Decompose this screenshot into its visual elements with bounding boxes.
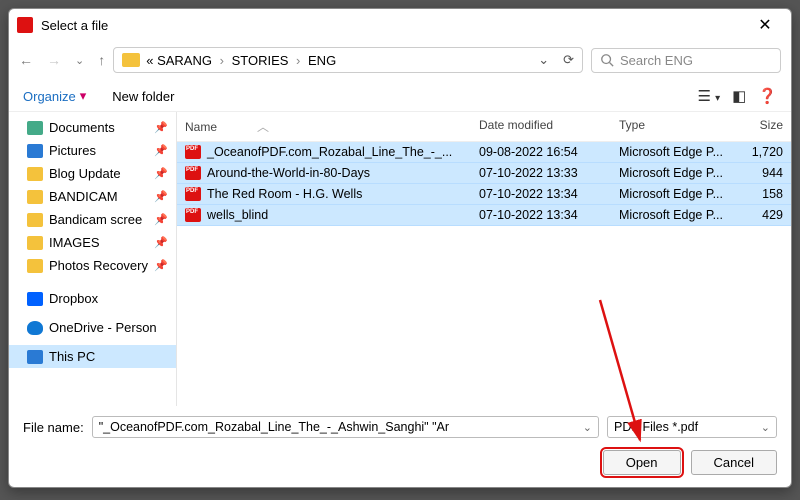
sidebar-item-dropbox[interactable]: Dropbox xyxy=(9,287,176,310)
pin-icon: 📌 xyxy=(154,167,168,180)
sidebar: Documents📌 Pictures📌 Blog Update📌 BANDIC… xyxy=(9,112,177,406)
sidebar-item[interactable]: Documents📌 xyxy=(9,116,176,139)
titlebar: Select a file ✕ xyxy=(9,9,791,41)
table-row[interactable]: Around-the-World-in-80-Days 07-10-2022 1… xyxy=(177,163,791,184)
pdf-icon xyxy=(185,166,201,180)
breadcrumb[interactable]: « SARANG › STORIES › ENG ⌄ ⟳ xyxy=(113,47,583,73)
back-icon[interactable]: ← xyxy=(19,52,33,68)
pdf-icon xyxy=(185,187,201,201)
file-open-dialog: Select a file ✕ ← → ⌄ ↑ « SARANG › STORI… xyxy=(8,8,792,488)
pin-icon: 📌 xyxy=(154,144,168,157)
search-input[interactable]: Search ENG xyxy=(591,48,781,73)
sidebar-item[interactable]: IMAGES📌 xyxy=(9,231,176,254)
table-row[interactable]: _OceanofPDF.com_Rozabal_Line_The_-_... 0… xyxy=(177,142,791,163)
toolbar: Organize ▾ New folder ☰ ▾ ◧ ❓ xyxy=(9,81,791,112)
close-icon[interactable]: ✕ xyxy=(747,15,783,35)
chevron-right-icon: › xyxy=(296,53,300,68)
organize-button[interactable]: Organize ▾ xyxy=(23,88,86,104)
breadcrumb-seg[interactable]: SARANG xyxy=(157,53,212,68)
view-list-icon[interactable]: ☰ ▾ xyxy=(697,87,720,105)
search-icon xyxy=(600,53,614,67)
navigation-row: ← → ⌄ ↑ « SARANG › STORIES › ENG ⌄ ⟳ Sea… xyxy=(9,41,791,81)
chevron-down-icon: ▾ xyxy=(80,88,87,104)
preview-pane-icon[interactable]: ◧ xyxy=(732,87,746,105)
breadcrumb-prefix: « xyxy=(146,53,153,68)
filename-input[interactable]: "_OceanofPDF.com_Rozabal_Line_The_-_Ashw… xyxy=(92,416,599,438)
pin-icon: 📌 xyxy=(154,213,168,226)
chevron-down-icon[interactable]: ⌄ xyxy=(761,421,770,434)
pin-icon: 📌 xyxy=(154,259,168,272)
sidebar-item[interactable]: Pictures📌 xyxy=(9,139,176,162)
chevron-right-icon: › xyxy=(220,53,224,68)
pin-icon: 📌 xyxy=(154,190,168,203)
search-placeholder: Search ENG xyxy=(620,53,693,68)
pin-icon: 📌 xyxy=(154,236,168,249)
breadcrumb-seg[interactable]: ENG xyxy=(308,53,336,68)
window-title: Select a file xyxy=(41,18,747,33)
sidebar-item-thispc[interactable]: This PC xyxy=(9,345,176,368)
pdf-icon xyxy=(185,208,201,222)
up-icon[interactable]: ↑ xyxy=(98,52,105,68)
chevron-down-icon[interactable]: ⌄ xyxy=(583,421,592,434)
cancel-button[interactable]: Cancel xyxy=(691,450,777,475)
sidebar-item[interactable]: Bandicam scree📌 xyxy=(9,208,176,231)
recent-locations-icon[interactable]: ⌄ xyxy=(75,54,84,67)
sidebar-item-onedrive[interactable]: OneDrive - Person xyxy=(9,316,176,339)
pdf-icon xyxy=(185,145,201,159)
refresh-icon[interactable]: ⟳ xyxy=(563,52,574,68)
forward-icon[interactable]: → xyxy=(47,52,61,68)
filename-label: File name: xyxy=(23,420,84,435)
new-folder-button[interactable]: New folder xyxy=(112,89,174,104)
sidebar-item[interactable]: Photos Recovery📌 xyxy=(9,254,176,277)
table-row[interactable]: wells_blind 07-10-2022 13:34Microsoft Ed… xyxy=(177,205,791,226)
folder-icon xyxy=(122,53,140,67)
app-icon xyxy=(17,17,33,33)
chevron-down-icon[interactable]: ⌄ xyxy=(538,52,549,68)
help-icon[interactable]: ❓ xyxy=(758,87,777,105)
table-row[interactable]: The Red Room - H.G. Wells 07-10-2022 13:… xyxy=(177,184,791,205)
column-headers[interactable]: Name︿ Date modified Type Size xyxy=(177,112,791,142)
dialog-footer: File name: "_OceanofPDF.com_Rozabal_Line… xyxy=(9,406,791,487)
file-type-filter[interactable]: PDF Files *.pdf ⌄ xyxy=(607,416,777,438)
sort-indicator-icon: ︿ xyxy=(257,118,269,135)
breadcrumb-seg[interactable]: STORIES xyxy=(232,53,289,68)
pin-icon: 📌 xyxy=(154,121,168,134)
sidebar-item[interactable]: BANDICAM📌 xyxy=(9,185,176,208)
open-button[interactable]: Open xyxy=(603,450,681,475)
file-list: Name︿ Date modified Type Size _OceanofPD… xyxy=(177,112,791,406)
sidebar-item[interactable]: Blog Update📌 xyxy=(9,162,176,185)
